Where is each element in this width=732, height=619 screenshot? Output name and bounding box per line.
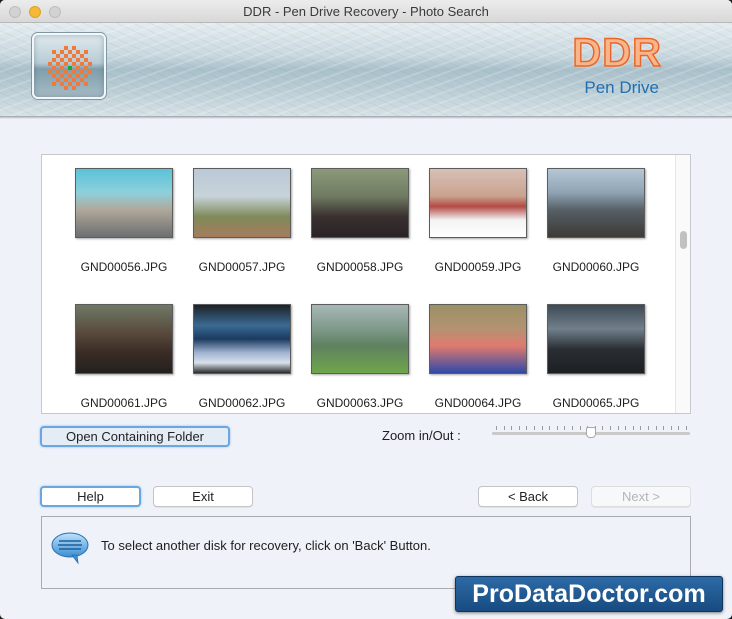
brand-name: DDR: [572, 30, 662, 76]
zoom-slider-tick: [511, 426, 513, 430]
photo-thumbnail[interactable]: GND00061.JPG: [65, 304, 183, 410]
banner-divider: [0, 116, 732, 119]
zoom-slider-tick: [686, 426, 687, 430]
photo-thumbnail[interactable]: GND00058.JPG: [301, 168, 419, 274]
photo-filename: GND00065.JPG: [552, 396, 640, 410]
photo-thumbnail[interactable]: GND00064.JPG: [419, 304, 537, 410]
photo-preview-image[interactable]: [193, 168, 291, 238]
zoom-slider-tick: [496, 426, 497, 430]
open-containing-folder-button[interactable]: Open Containing Folder: [40, 426, 230, 447]
zoom-slider-tick: [655, 426, 657, 430]
exit-button[interactable]: Exit: [153, 486, 253, 507]
close-window-button[interactable]: [9, 6, 21, 18]
help-button[interactable]: Help: [40, 486, 141, 507]
zoom-slider-tick: [556, 426, 558, 430]
zoom-slider-tick: [670, 426, 672, 430]
photo-filename: GND00058.JPG: [316, 260, 404, 274]
title-bar: DDR - Pen Drive Recovery - Photo Search: [0, 0, 732, 23]
zoom-slider-tick: [579, 426, 581, 430]
zoom-slider-tick: [625, 426, 627, 430]
photo-preview-image[interactable]: [547, 304, 645, 374]
gallery-scrollbar[interactable]: [675, 155, 690, 413]
header-banner: DDR Pen Drive: [0, 23, 732, 116]
zoom-slider-tick: [632, 426, 634, 430]
photo-thumbnail[interactable]: GND00056.JPG: [65, 168, 183, 274]
zoom-slider-knob[interactable]: [586, 427, 596, 438]
zoom-slider-tick: [602, 426, 604, 430]
zoom-slider-tick: [549, 426, 551, 430]
photo-filename: GND00056.JPG: [80, 260, 168, 274]
zoom-slider-tick: [541, 426, 543, 430]
photo-filename: GND00062.JPG: [198, 396, 286, 410]
app-logo: [32, 33, 106, 99]
photo-thumbnail[interactable]: GND00065.JPG: [537, 304, 655, 410]
next-button: Next >: [591, 486, 691, 507]
photo-preview-image[interactable]: [311, 168, 409, 238]
window-title: DDR - Pen Drive Recovery - Photo Search: [243, 4, 489, 19]
product-name: Pen Drive: [584, 78, 659, 97]
zoom-label: Zoom in/Out :: [382, 428, 461, 443]
prodatadoctor-watermark: ProDataDoctor.com: [455, 576, 723, 612]
zoom-slider-tick: [503, 426, 505, 430]
speech-bubble-icon: [51, 532, 89, 565]
photo-preview-image[interactable]: [193, 304, 291, 374]
photo-filename: GND00061.JPG: [80, 396, 168, 410]
photo-thumbnail[interactable]: GND00059.JPG: [419, 168, 537, 274]
photo-filename: GND00060.JPG: [552, 260, 640, 274]
photo-preview-image[interactable]: [311, 304, 409, 374]
photo-preview-image[interactable]: [429, 168, 527, 238]
photo-thumbnail[interactable]: GND00062.JPG: [183, 304, 301, 410]
zoom-slider-tick: [663, 426, 665, 430]
photo-filename: GND00057.JPG: [198, 260, 286, 274]
zoom-slider-tick: [617, 426, 619, 430]
photo-thumbnail[interactable]: GND00060.JPG: [537, 168, 655, 274]
photo-preview-image[interactable]: [75, 168, 173, 238]
ddr-checker-logo-icon: [48, 46, 92, 90]
photo-preview-image[interactable]: [75, 304, 173, 374]
minimize-window-button[interactable]: [29, 6, 41, 18]
zoom-slider-tick: [610, 426, 611, 430]
zoom-slider-tick: [518, 426, 520, 430]
photo-thumbnail[interactable]: GND00063.JPG: [301, 304, 419, 410]
photo-filename: GND00064.JPG: [434, 396, 522, 410]
photo-gallery[interactable]: GND00056.JPG GND00057.JPG GND00058.JPG GND0…: [41, 154, 691, 414]
zoom-slider-tick: [678, 426, 680, 430]
zoom-window-button[interactable]: [49, 6, 61, 18]
photo-filename: GND00059.JPG: [434, 260, 522, 274]
zoom-slider-tick: [640, 426, 642, 430]
photo-preview-image[interactable]: [429, 304, 527, 374]
back-button[interactable]: < Back: [478, 486, 578, 507]
scrollbar-thumb[interactable]: [680, 231, 687, 249]
zoom-slider-tick: [564, 426, 566, 430]
photo-filename: GND00063.JPG: [316, 396, 404, 410]
status-message: To select another disk for recovery, cli…: [101, 538, 431, 553]
photo-preview-image[interactable]: [547, 168, 645, 238]
app-window: DDR - Pen Drive Recovery - Photo Search: [0, 0, 732, 619]
zoom-slider-tick: [526, 426, 528, 430]
zoom-slider-tick: [534, 426, 535, 430]
photo-thumbnail[interactable]: GND00057.JPG: [183, 168, 301, 274]
zoom-slider-tick: [648, 426, 649, 430]
zoom-slider-tick: [572, 426, 573, 430]
zoom-slider[interactable]: [492, 424, 690, 442]
